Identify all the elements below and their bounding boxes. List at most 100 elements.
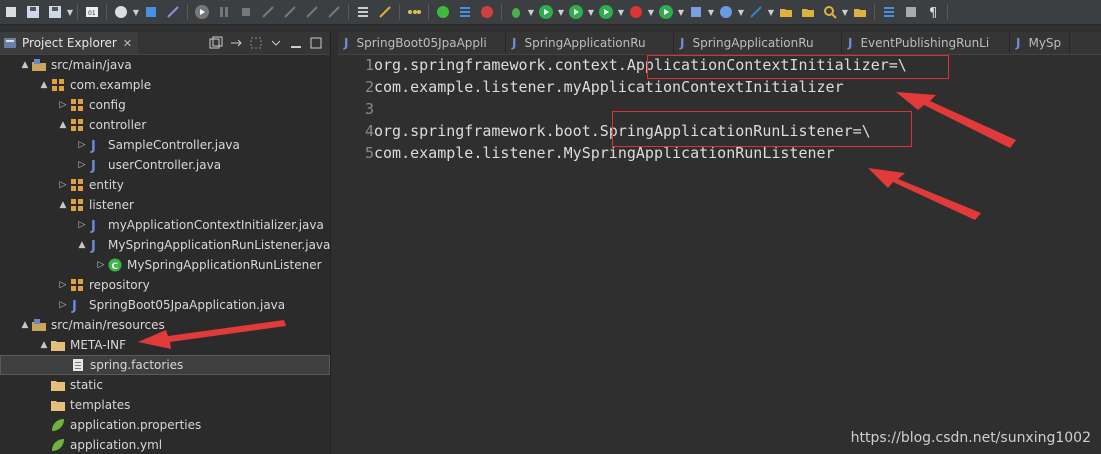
toolbar-dropdown-icon[interactable]: ▼ xyxy=(737,2,745,22)
collapsed-twisty-icon[interactable]: ▷ xyxy=(57,100,69,110)
collapsed-twisty-icon[interactable]: ▷ xyxy=(76,220,88,230)
skip-icon[interactable] xyxy=(163,2,183,22)
debug-icon[interactable] xyxy=(506,2,526,22)
web-icon[interactable] xyxy=(716,2,736,22)
toolbar-dropdown-icon[interactable]: ▼ xyxy=(527,2,535,22)
toolbar-dropdown-icon[interactable]: ▼ xyxy=(841,2,849,22)
tree-item[interactable]: templates xyxy=(0,395,330,415)
tree-item[interactable]: ▲ src/main/java xyxy=(0,55,330,75)
search-icon[interactable] xyxy=(820,2,840,22)
collapsed-twisty-icon[interactable]: ▷ xyxy=(57,180,69,190)
tree-item[interactable]: ▷ entity xyxy=(0,175,330,195)
tree-item[interactable]: ▲ controller xyxy=(0,115,330,135)
open-type-icon[interactable] xyxy=(798,2,818,22)
link-editor-icon[interactable] xyxy=(228,35,244,51)
tree-item[interactable]: ▲ com.example xyxy=(0,75,330,95)
step-into-icon[interactable] xyxy=(280,2,300,22)
toolbar-dropdown-icon[interactable]: ▼ xyxy=(557,2,565,22)
toolbar-dropdown-icon[interactable]: ▼ xyxy=(767,2,775,22)
collapse-all-icon[interactable] xyxy=(208,35,224,51)
package-icon xyxy=(69,177,85,193)
toolbar-dropdown-icon[interactable]: ▼ xyxy=(707,2,715,22)
save-icon[interactable] xyxy=(23,2,43,22)
coverage-run-icon[interactable] xyxy=(596,2,616,22)
expanded-twisty-icon[interactable]: ▲ xyxy=(38,340,50,350)
stop-server-icon[interactable] xyxy=(626,2,646,22)
tree-item[interactable]: ▲ META-INF xyxy=(0,335,330,355)
minimize-icon[interactable] xyxy=(288,35,304,51)
tree-item[interactable]: spring.factories xyxy=(0,355,330,375)
expanded-twisty-icon[interactable]: ▲ xyxy=(38,80,50,90)
spring-icon[interactable] xyxy=(746,2,766,22)
tree-item[interactable]: static xyxy=(0,375,330,395)
network-icon[interactable] xyxy=(404,2,424,22)
tree-item[interactable]: application.properties xyxy=(0,415,330,435)
terminate-icon[interactable] xyxy=(236,2,256,22)
run-ext-icon[interactable] xyxy=(566,2,586,22)
tree-item[interactable]: ▷ J SpringBoot05JpaApplication.java xyxy=(0,295,330,315)
run-icon[interactable] xyxy=(536,2,556,22)
toolbar-dropdown-icon[interactable]: ▼ xyxy=(617,2,625,22)
coverage-icon[interactable] xyxy=(375,2,395,22)
display-icon[interactable] xyxy=(141,2,161,22)
power-icon[interactable] xyxy=(433,2,453,22)
collapsed-twisty-icon[interactable]: ▷ xyxy=(95,260,107,270)
expanded-twisty-icon[interactable]: ▲ xyxy=(76,240,88,250)
view-menu-icon[interactable] xyxy=(268,35,284,51)
toolbar-dropdown-icon[interactable]: ▼ xyxy=(647,2,655,22)
collapsed-twisty-icon[interactable]: ▷ xyxy=(76,160,88,170)
toolbar-separator xyxy=(399,4,400,20)
tree-item[interactable]: ▷ C MySpringApplicationRunListener xyxy=(0,255,330,275)
list-icon[interactable] xyxy=(455,2,475,22)
pilcrow-icon[interactable]: ¶ xyxy=(923,2,943,22)
expanded-twisty-icon[interactable]: ▲ xyxy=(19,320,31,330)
launch-icon[interactable] xyxy=(656,2,676,22)
terminal-icon[interactable]: 01 xyxy=(82,2,102,22)
focus-icon[interactable] xyxy=(248,35,264,51)
expanded-twisty-icon[interactable]: ▲ xyxy=(19,60,31,70)
tree-item[interactable]: ▷ config xyxy=(0,95,330,115)
tree-item[interactable]: ▷ repository xyxy=(0,275,330,295)
spring-leaf-icon xyxy=(50,417,66,433)
close-icon[interactable]: ✕ xyxy=(123,37,132,50)
toolbar-dropdown-icon[interactable]: ▼ xyxy=(677,2,685,22)
tree-item[interactable]: ▷ JmyApplicationContextInitializer.java xyxy=(0,215,330,235)
maximize-icon[interactable] xyxy=(308,35,324,51)
toolbar-dropdown-icon[interactable]: ▼ xyxy=(66,2,74,22)
mark-icon[interactable] xyxy=(850,2,870,22)
disconnect-icon[interactable] xyxy=(258,2,278,22)
editor-tab[interactable]: J EventPublishingRunLi xyxy=(842,32,1010,54)
editor-tab[interactable]: J SpringApplicationRu xyxy=(674,32,842,54)
new-java-icon[interactable] xyxy=(686,2,706,22)
tree-item[interactable]: ▲ listener xyxy=(0,195,330,215)
project-explorer-tab[interactable]: Project Explorer ✕ xyxy=(0,32,139,54)
new-icon[interactable] xyxy=(1,2,21,22)
expanded-twisty-icon[interactable]: ▲ xyxy=(57,200,69,210)
expanded-twisty-icon[interactable]: ▲ xyxy=(57,120,69,130)
open-folder-icon[interactable] xyxy=(776,2,796,22)
user-icon[interactable] xyxy=(111,2,131,22)
toolbar-dropdown-icon[interactable]: ▼ xyxy=(587,2,595,22)
collapsed-twisty-icon[interactable]: ▷ xyxy=(57,280,69,290)
collapsed-twisty-icon[interactable]: ▷ xyxy=(76,140,88,150)
svg-text:J: J xyxy=(90,159,96,173)
tree-item[interactable]: application.yml xyxy=(0,435,330,453)
tree-item[interactable]: ▷ JuserController.java xyxy=(0,155,330,175)
editor-tab[interactable]: J SpringBoot05JpaAppli xyxy=(338,32,506,54)
console-icon[interactable] xyxy=(353,2,373,22)
toolbar-dropdown-icon[interactable]: ▼ xyxy=(132,2,140,22)
word-wrap-icon[interactable] xyxy=(879,2,899,22)
save-all-icon[interactable] xyxy=(45,2,65,22)
tree-item[interactable]: ▲ J MySpringApplicationRunListener.java xyxy=(0,235,330,255)
editor-tab[interactable]: J MySp xyxy=(1010,32,1070,54)
suspend-icon[interactable] xyxy=(214,2,234,22)
tree-item[interactable]: ▷ J SampleController.java xyxy=(0,135,330,155)
block-icon[interactable] xyxy=(901,2,921,22)
collapsed-twisty-icon[interactable]: ▷ xyxy=(57,300,69,310)
resume-icon[interactable] xyxy=(192,2,212,22)
git-icon[interactable] xyxy=(477,2,497,22)
tree-item[interactable]: ▲ src/main/resources xyxy=(0,315,330,335)
editor-tab[interactable]: J SpringApplicationRu xyxy=(506,32,674,54)
step-over-icon[interactable] xyxy=(302,2,322,22)
step-return-icon[interactable] xyxy=(324,2,344,22)
